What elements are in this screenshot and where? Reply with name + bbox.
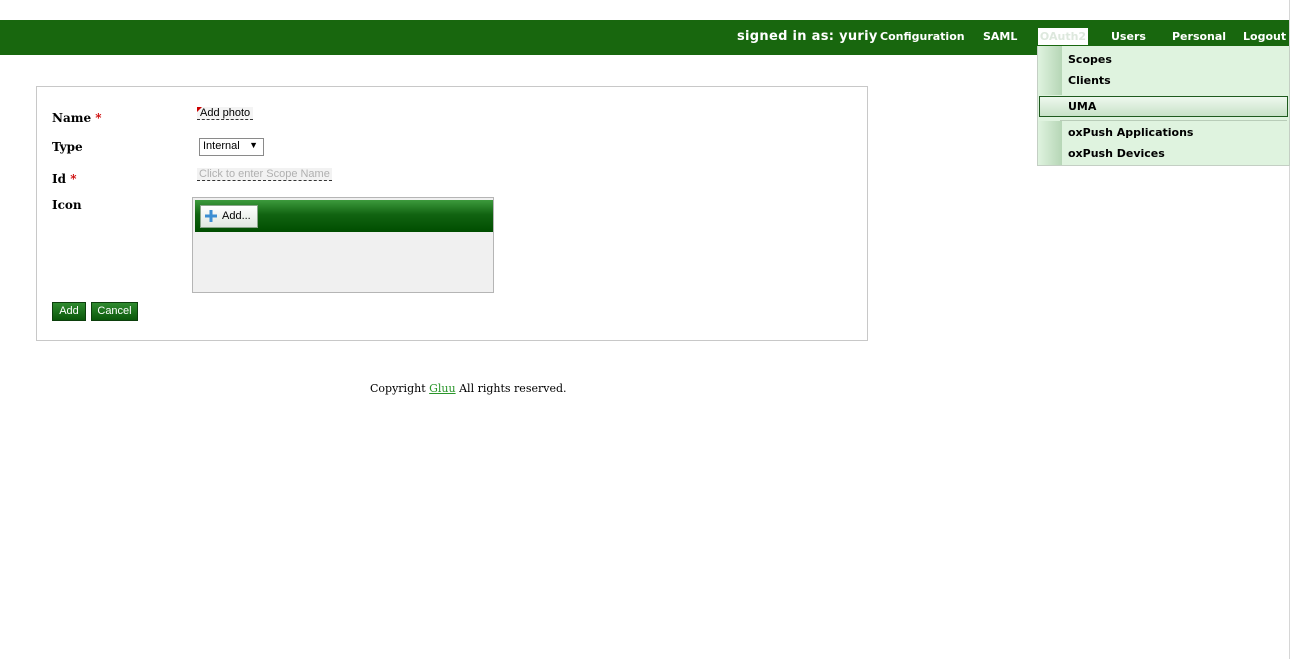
copyright-suffix: All rights reserved. <box>459 382 567 395</box>
menu-item-uma[interactable]: UMA <box>1068 100 1096 113</box>
type-selected-value: Internal <box>203 140 240 152</box>
cancel-button[interactable]: Cancel <box>91 302 138 321</box>
name-value: Add photo <box>200 107 251 119</box>
required-marker: * <box>70 172 77 186</box>
name-label: Name * <box>52 111 102 125</box>
upload-add-button[interactable]: Add... <box>200 205 258 228</box>
oauth2-dropdown-menu: Scopes Clients UMA oxPush Applications o… <box>1037 46 1290 166</box>
nav-personal[interactable]: Personal <box>1172 30 1226 43</box>
copyright-footer: Copyright Gluu All rights reserved. <box>370 382 567 395</box>
nav-users[interactable]: Users <box>1111 30 1146 43</box>
chevron-down-icon: ▼ <box>249 140 258 150</box>
upload-add-label: Add... <box>222 210 251 222</box>
add-button[interactable]: Add <box>52 302 86 321</box>
signed-in-label: signed in as: yuriy <box>737 29 878 44</box>
menu-item-clients[interactable]: Clients <box>1068 74 1111 87</box>
upload-list <box>195 232 493 291</box>
menu-stripe <box>1038 121 1062 165</box>
required-marker: * <box>95 111 102 125</box>
menu-separator <box>1060 120 1287 121</box>
upload-toolbar: Add... <box>195 200 493 232</box>
required-corner-icon <box>197 107 202 112</box>
type-label: Type <box>52 140 83 154</box>
nav-configuration[interactable]: Configuration <box>880 30 965 43</box>
copyright-prefix: Copyright <box>370 382 426 395</box>
scope-id-inplace-input[interactable]: Click to enter Scope Name <box>197 168 332 181</box>
type-select[interactable]: Internal ▼ <box>199 138 264 156</box>
menu-item-oxpush-applications[interactable]: oxPush Applications <box>1068 126 1193 139</box>
icon-label: Icon <box>52 198 82 212</box>
nav-oauth2[interactable]: OAuth2 <box>1038 28 1088 45</box>
id-label: Id * <box>52 172 77 186</box>
gluu-link[interactable]: Gluu <box>429 382 455 395</box>
menu-item-uma-highlight[interactable]: UMA <box>1039 96 1288 117</box>
nav-saml[interactable]: SAML <box>983 30 1017 43</box>
nav-logout[interactable]: Logout <box>1243 30 1286 43</box>
icon-upload-panel: Add... <box>192 197 494 293</box>
menu-item-scopes[interactable]: Scopes <box>1068 53 1112 66</box>
menu-item-oxpush-devices[interactable]: oxPush Devices <box>1068 147 1165 160</box>
name-inplace-input[interactable]: Add photo <box>197 107 254 120</box>
menu-stripe <box>1038 46 1062 95</box>
plus-icon <box>205 210 217 222</box>
